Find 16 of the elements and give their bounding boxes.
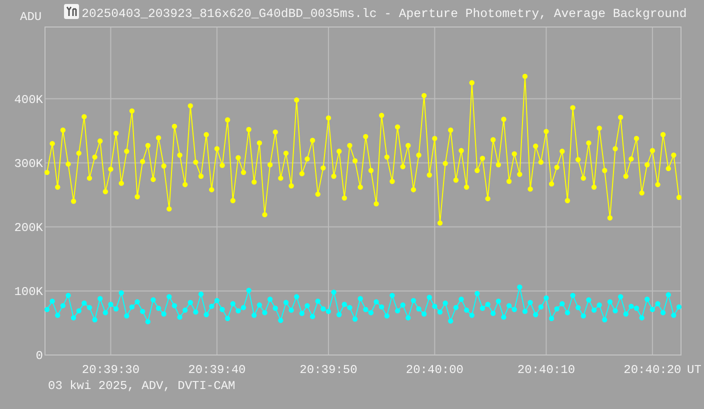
x-tick-label: 20:40:20	[624, 363, 682, 377]
x-tick-label: 20:39:40	[188, 363, 246, 377]
y-axis-unit: ADU	[20, 11, 42, 23]
x-tick-label: 20:39:30	[82, 363, 140, 377]
y-tick-label: 200K	[14, 220, 43, 235]
x-axis-unit: UT	[687, 363, 702, 377]
x-tick-label: 20:40:00	[406, 363, 464, 377]
x-tick-label: 20:39:50	[300, 363, 358, 377]
y-tick-label: 400K	[14, 92, 43, 107]
y-tick-label: 300K	[14, 156, 43, 171]
app-logo-icon	[64, 4, 79, 19]
x-tick-label: 20:40:10	[517, 363, 576, 377]
y-tick-label: 0	[36, 349, 43, 363]
footer-info: 03 kwi 2025, ADV, DVTI-CAM	[48, 380, 236, 392]
y-tick-label: 100K	[14, 284, 43, 299]
window-title: 20250403_203923_816x620_G40dBD_0035ms.lc - Aperture Photometry, Average Background	[82, 8, 687, 20]
